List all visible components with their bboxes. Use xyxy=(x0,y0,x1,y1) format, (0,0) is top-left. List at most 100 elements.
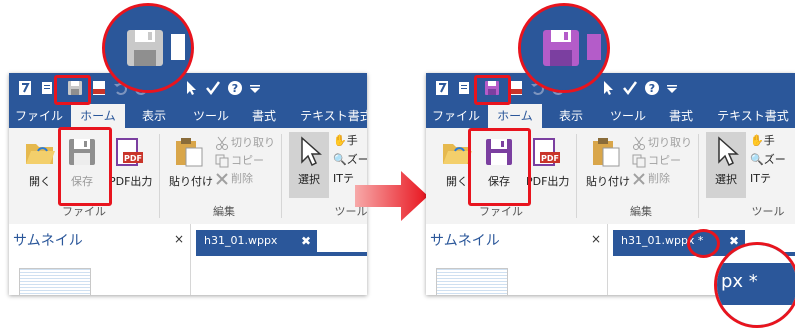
zoom-tool-button[interactable]: 🔍ズー xyxy=(333,152,367,167)
zoom-callout-modified-asterisk: px * xyxy=(714,242,795,328)
qat-save-highlight xyxy=(54,75,91,105)
check-icon[interactable] xyxy=(205,80,221,96)
copy-label: コピー xyxy=(648,154,681,167)
check-icon[interactable] xyxy=(622,80,638,96)
svg-text:PDF: PDF xyxy=(541,154,559,163)
page-thumbnail[interactable] xyxy=(436,268,508,295)
pdf-output-button[interactable]: PDF PDF出力 xyxy=(526,136,569,189)
delete-label: 削除 xyxy=(231,172,253,185)
new-document-icon[interactable] xyxy=(39,80,55,96)
copy-button[interactable]: コピー xyxy=(632,153,681,168)
customize-dropdown-icon[interactable] xyxy=(664,80,680,96)
document-tab[interactable]: h31_01.wppx ✖ xyxy=(196,230,317,252)
help-icon[interactable]: ? xyxy=(227,80,243,96)
delete-button[interactable]: 削除 xyxy=(632,171,670,186)
save-button-highlight xyxy=(468,128,531,206)
tab-file[interactable]: ファイル xyxy=(9,104,69,128)
zoomed-save-icon xyxy=(105,6,191,90)
document-tab-name: h31_01.wppx xyxy=(204,234,278,247)
svg-text:?: ? xyxy=(232,82,238,95)
save-button-highlight xyxy=(58,127,112,206)
tab-view[interactable]: 表示 xyxy=(129,104,179,128)
tab-text-format[interactable]: テキスト書式 xyxy=(708,104,795,128)
qat-save-highlight xyxy=(474,75,511,105)
hand-icon: ✋ xyxy=(750,134,764,147)
svg-text:?: ? xyxy=(649,82,655,95)
help-icon[interactable]: ? xyxy=(644,80,660,96)
thumbnail-pane-title: サムネイル xyxy=(430,233,500,249)
close-tab-icon[interactable]: ✖ xyxy=(301,230,311,252)
tab-format[interactable]: 書式 xyxy=(241,104,287,128)
pointer-icon[interactable] xyxy=(183,80,199,96)
copy-button[interactable]: コピー xyxy=(215,153,264,168)
paste-button[interactable]: 貼り付け xyxy=(169,136,213,189)
close-pane-button[interactable]: × xyxy=(591,232,601,246)
zoom-label: ズー xyxy=(763,153,786,166)
pdf-icon: PDF xyxy=(116,138,143,166)
select-button[interactable]: 選択 xyxy=(706,132,746,198)
hand-tool-button[interactable]: ✋手 xyxy=(750,133,775,148)
modified-marker-highlight xyxy=(687,229,720,258)
ribbon-separator xyxy=(698,134,699,218)
text-tool-button[interactable]: ITテ xyxy=(750,171,771,186)
transition-arrow-icon xyxy=(355,171,428,221)
tab-file[interactable]: ファイル xyxy=(426,104,486,128)
magnifier-icon: 🔍 xyxy=(333,153,347,166)
tab-home[interactable]: ホーム xyxy=(488,104,542,128)
hand-label: 手 xyxy=(346,134,358,147)
tab-view[interactable]: 表示 xyxy=(546,104,596,128)
open-button[interactable]: 開く xyxy=(20,136,60,189)
zoom-label: ズー xyxy=(346,153,367,166)
delete-button[interactable]: 削除 xyxy=(215,171,253,186)
text-tool-button[interactable]: ITテ xyxy=(333,171,354,186)
group-edit-label: 編集 xyxy=(630,205,652,218)
tab-tools[interactable]: ツール xyxy=(602,104,654,128)
tab-format[interactable]: 書式 xyxy=(658,104,704,128)
cut-label: 切り取り xyxy=(231,136,275,149)
hand-icon: ✋ xyxy=(333,134,347,147)
customize-dropdown-icon[interactable] xyxy=(247,80,263,96)
close-pane-button[interactable]: × xyxy=(174,232,184,246)
qat-pdf-icon[interactable] xyxy=(91,80,107,96)
ribbon-separator xyxy=(281,134,282,218)
copy-icon xyxy=(215,154,229,168)
document-tab-underline xyxy=(196,252,367,256)
cut-button[interactable]: 切り取り xyxy=(215,135,275,150)
ribbon-tabs: ファイル ホーム 表示 ツール 書式 テキスト書式 xyxy=(9,104,367,128)
hand-label: 手 xyxy=(763,134,775,147)
hand-tool-button[interactable]: ✋手 xyxy=(333,133,358,148)
zoomed-modified-save-icon xyxy=(521,6,607,90)
group-edit-label: 編集 xyxy=(213,205,235,218)
tab-text-format[interactable]: テキスト書式 xyxy=(291,104,367,128)
copy-label: コピー xyxy=(231,154,264,167)
app-logo-icon xyxy=(19,81,31,95)
delete-x-icon xyxy=(216,173,228,185)
pdf-output-button[interactable]: PDF PDF出力 xyxy=(109,136,152,189)
new-document-icon[interactable] xyxy=(456,80,472,96)
group-tool-label: ツール xyxy=(751,205,785,218)
select-arrow-icon xyxy=(718,136,739,166)
text-cursor-icon: IT xyxy=(333,172,343,185)
select-arrow-icon xyxy=(301,136,322,166)
paste-icon xyxy=(176,138,203,167)
delete-label: 削除 xyxy=(648,172,670,185)
thumbnail-pane-title: サムネイル xyxy=(13,233,83,249)
tab-tools[interactable]: ツール xyxy=(185,104,237,128)
folder-open-icon xyxy=(26,144,55,164)
cut-button[interactable]: 切り取り xyxy=(632,135,692,150)
magnifier-icon: 🔍 xyxy=(750,153,764,166)
cut-label: 切り取り xyxy=(648,136,692,149)
page-thumbnail[interactable] xyxy=(19,268,91,295)
select-button[interactable]: 選択 xyxy=(289,132,329,198)
text-label: テ xyxy=(759,172,771,185)
thumbnail-pane: サムネイル × xyxy=(426,224,608,295)
zoomed-tab-text: px * xyxy=(721,271,758,292)
zoom-tool-button[interactable]: 🔍ズー xyxy=(750,152,786,167)
text-label: テ xyxy=(342,172,354,185)
zoom-callout-save-after xyxy=(518,3,610,93)
ribbon-separator xyxy=(159,134,160,218)
delete-x-icon xyxy=(633,173,645,185)
pointer-icon[interactable] xyxy=(600,80,616,96)
paste-button[interactable]: 貼り付け xyxy=(586,136,630,189)
tab-home[interactable]: ホーム xyxy=(71,104,125,128)
